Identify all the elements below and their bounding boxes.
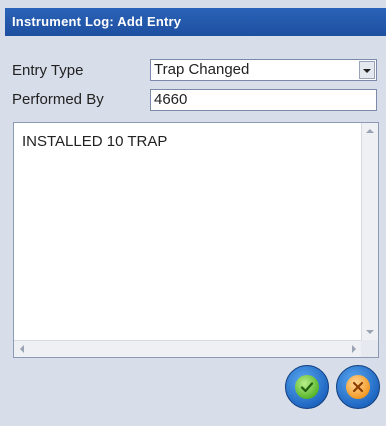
entry-type-select[interactable]: Trap Changed xyxy=(150,59,377,81)
cancel-button[interactable] xyxy=(336,365,380,409)
horizontal-scrollbar[interactable] xyxy=(14,340,362,357)
notes-text: INSTALLED 10 TRAP xyxy=(22,133,168,150)
window-title: Instrument Log: Add Entry xyxy=(5,8,386,36)
scroll-down-icon[interactable] xyxy=(363,324,378,339)
entry-type-value: Trap Changed xyxy=(154,61,250,78)
entry-type-label: Entry Type xyxy=(12,62,84,79)
scroll-left-icon[interactable] xyxy=(15,342,30,357)
vertical-scrollbar[interactable] xyxy=(361,123,378,340)
add-entry-dialog: Instrument Log: Add Entry Entry Type Tra… xyxy=(0,0,386,426)
check-icon xyxy=(295,375,319,399)
ok-button[interactable] xyxy=(285,365,329,409)
performed-by-label: Performed By xyxy=(12,91,104,108)
performed-by-input[interactable]: 4660 xyxy=(150,89,377,111)
scroll-up-icon[interactable] xyxy=(363,124,378,139)
scrollbar-corner xyxy=(361,340,378,357)
notes-textarea[interactable]: INSTALLED 10 TRAP xyxy=(13,122,379,358)
scroll-right-icon[interactable] xyxy=(346,342,361,357)
x-icon xyxy=(346,375,370,399)
chevron-down-icon[interactable] xyxy=(359,61,375,79)
